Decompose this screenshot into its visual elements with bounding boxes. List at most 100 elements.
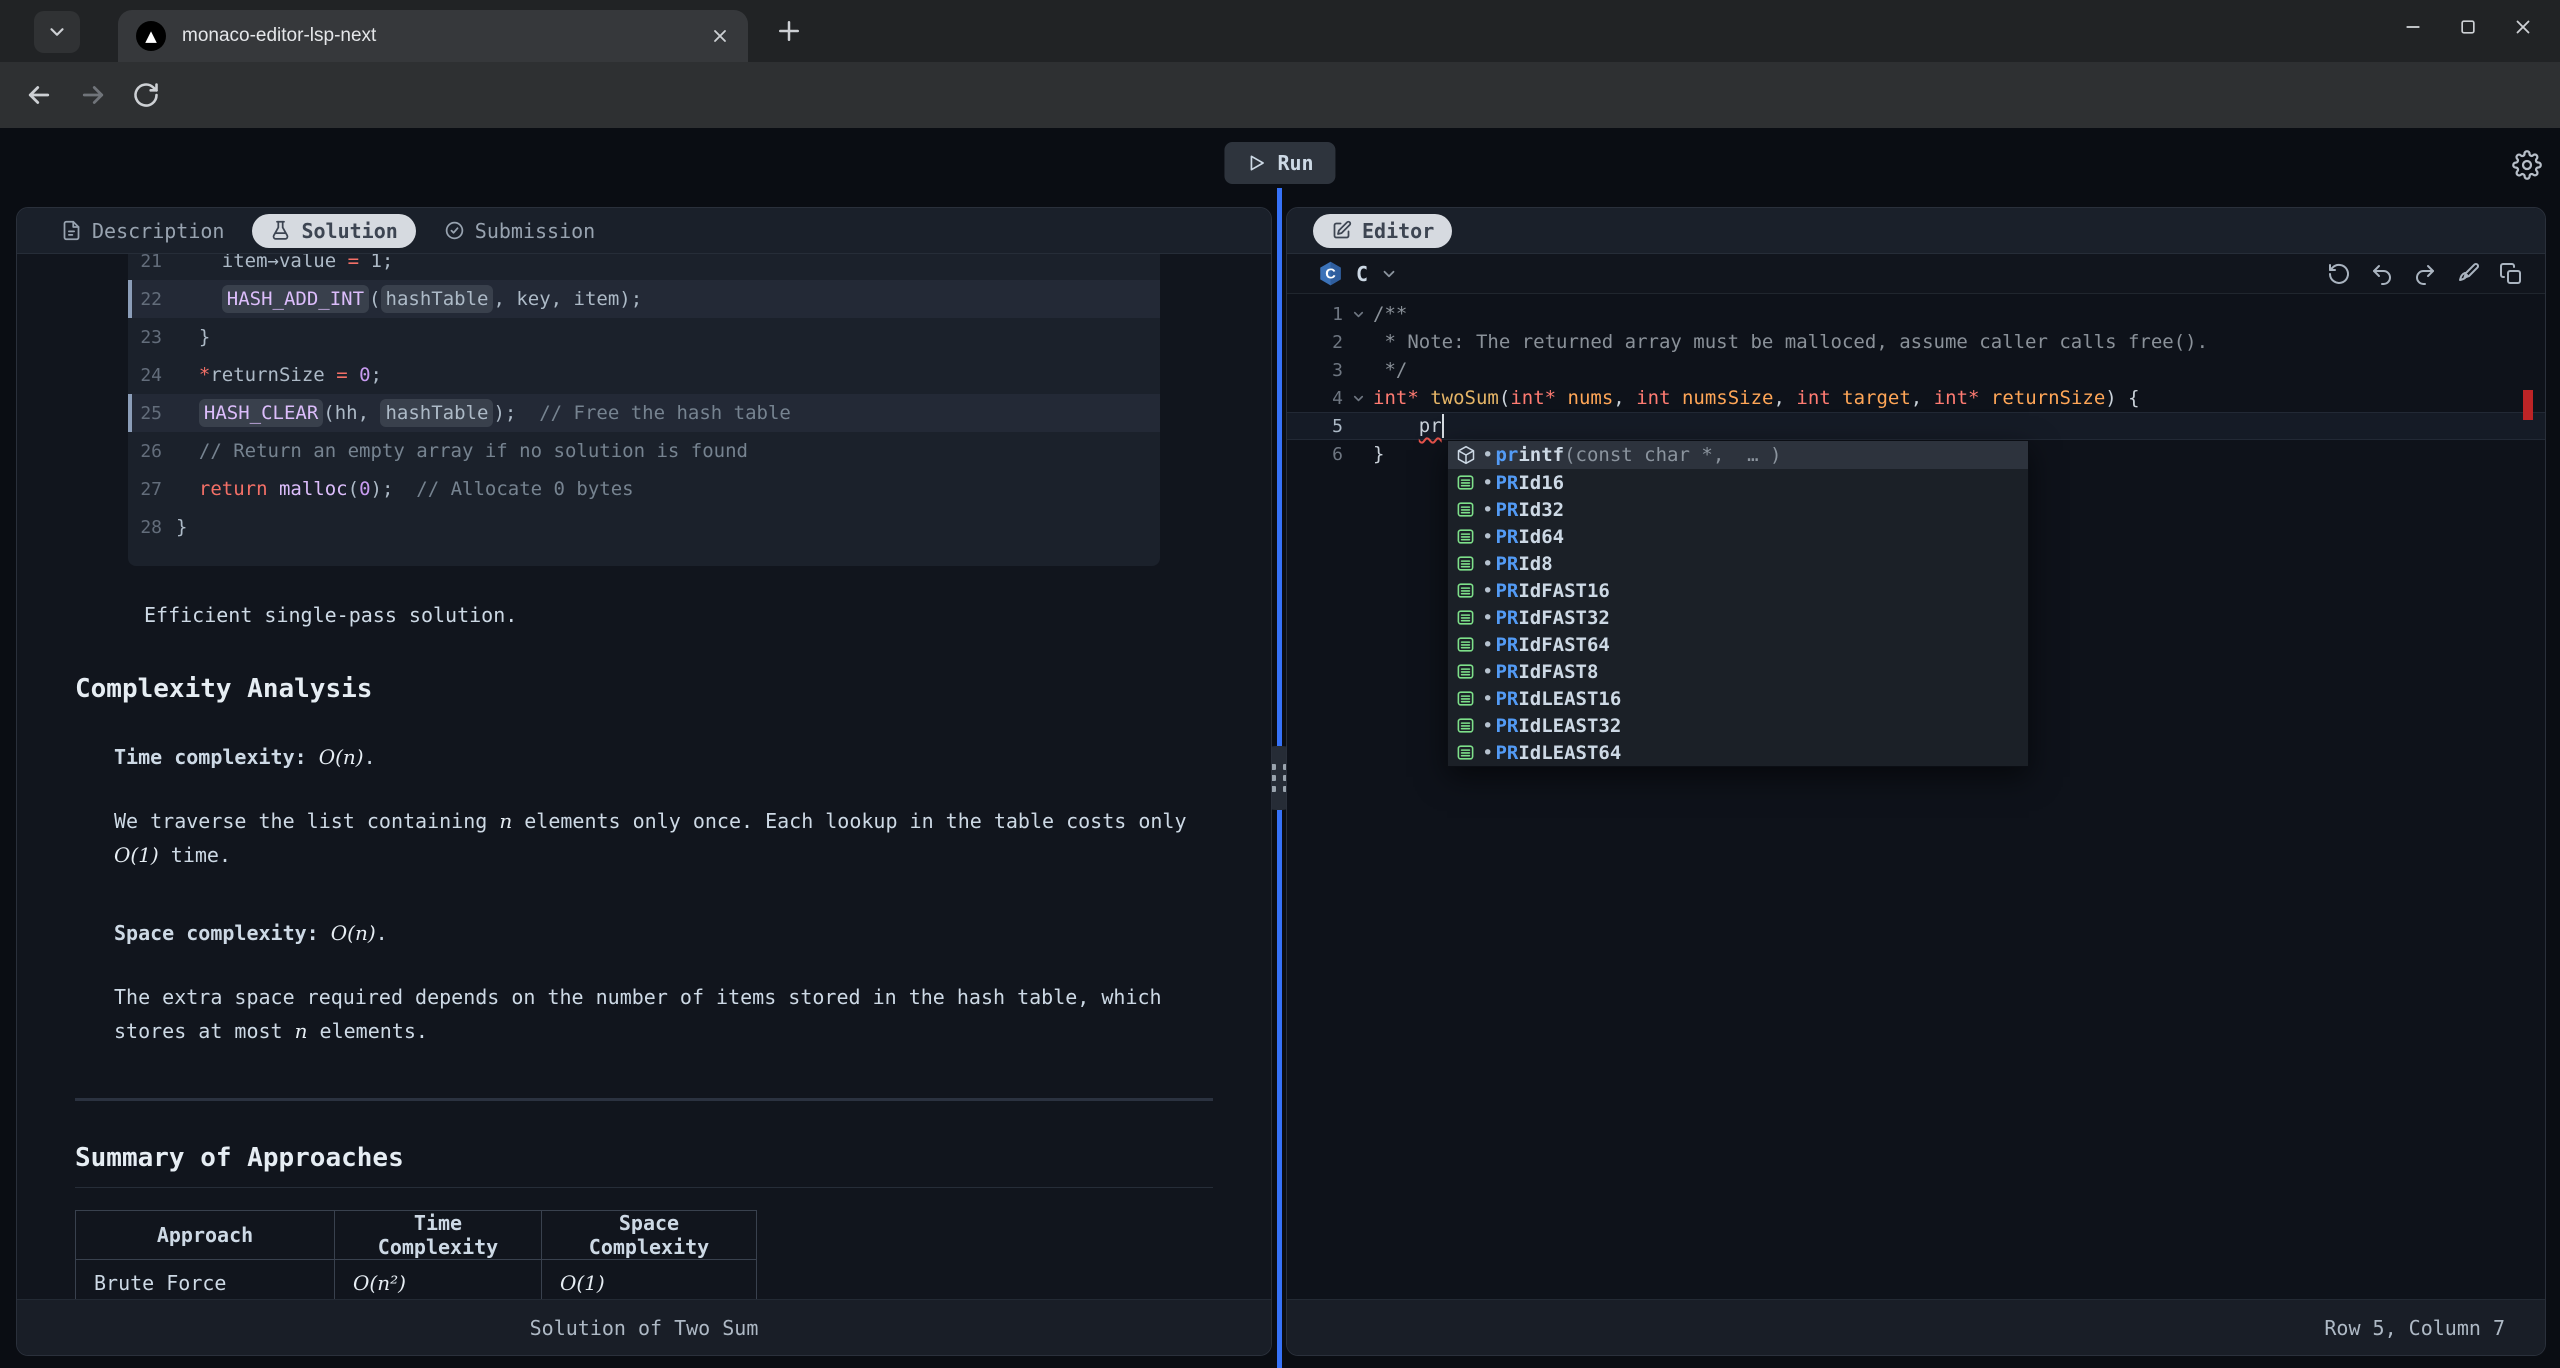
plus-icon <box>774 16 804 46</box>
error-marker <box>2523 390 2533 420</box>
field-icon <box>1456 608 1475 627</box>
flask-icon <box>270 220 291 241</box>
window-minimize-icon[interactable] <box>2402 16 2424 38</box>
browser-tab-strip: ▲ monaco-editor-lsp-next <box>0 0 2560 62</box>
redo-icon[interactable] <box>2413 262 2437 286</box>
editor-panel: Editor C C 1/**2 * Note: The returned ar… <box>1286 207 2546 1356</box>
autocomplete-item[interactable]: •PRIdFAST32 <box>1448 604 2028 631</box>
tab-title: monaco-editor-lsp-next <box>182 25 698 47</box>
play-icon <box>1246 153 1266 173</box>
reload-icon[interactable] <box>132 81 160 109</box>
run-label: Run <box>1277 151 1313 175</box>
fold-chevron-icon <box>1351 391 1366 406</box>
table-row: Brute ForceO(n²)O(1) <box>76 1260 757 1300</box>
code-editor[interactable]: 1/**2 * Note: The returned array must be… <box>1287 294 2545 1299</box>
check-circle-icon <box>444 220 465 241</box>
code-line: 25 HASH_CLEAR(hh, hashTable); // Free th… <box>128 394 1160 432</box>
chevron-down-icon <box>1380 265 1398 283</box>
editor-tabs: Editor <box>1287 208 2545 254</box>
autocomplete-item[interactable]: •PRIdFAST16 <box>1448 577 2028 604</box>
window-maximize-icon[interactable] <box>2458 17 2478 37</box>
autocomplete-item[interactable]: •PRIdFAST64 <box>1448 631 2028 658</box>
autocomplete-item[interactable]: •PRId64 <box>1448 523 2028 550</box>
solution-intro-text: Efficient single-pass solution. <box>144 598 1213 632</box>
solution-content[interactable]: 21 item→value = 1;22 HASH_ADD_INT(hashTa… <box>17 254 1271 1299</box>
editor-line[interactable]: 2 * Note: The returned array must be mal… <box>1287 328 2545 356</box>
autocomplete-item[interactable]: •PRId32 <box>1448 496 2028 523</box>
tab-submission-label: Submission <box>475 219 595 243</box>
autocomplete-item[interactable]: •PRIdLEAST16 <box>1448 685 2028 712</box>
code-line: 23 } <box>128 318 1160 356</box>
field-icon <box>1456 635 1475 654</box>
field-icon <box>1456 662 1475 681</box>
tab-editor[interactable]: Editor <box>1313 214 1452 248</box>
tab-search-button[interactable] <box>34 11 80 53</box>
table-header: Space Complexity <box>542 1211 757 1260</box>
editor-line[interactable]: 1/** <box>1287 300 2545 328</box>
text-cursor <box>1442 414 1444 438</box>
complexity-analysis-heading: Complexity Analysis <box>75 674 1213 704</box>
autocomplete-item[interactable]: •printf(const char *, … ) <box>1448 441 2028 469</box>
tab-description-label: Description <box>92 219 224 243</box>
back-icon[interactable] <box>24 80 54 110</box>
time-complexity-paragraph: We traverse the list containing n elemen… <box>114 804 1199 872</box>
run-button[interactable]: Run <box>1224 142 1335 184</box>
editor-line[interactable]: 3 */ <box>1287 356 2545 384</box>
format-icon[interactable] <box>2456 262 2480 286</box>
code-line: 26 // Return an empty array if no soluti… <box>128 432 1160 470</box>
autocomplete-item[interactable]: •PRIdLEAST32 <box>1448 712 2028 739</box>
settings-gear-icon[interactable] <box>2512 150 2542 180</box>
summary-heading: Summary of Approaches <box>75 1143 1213 1173</box>
editor-toolbar: C C <box>1287 254 2545 294</box>
document-icon <box>61 220 82 241</box>
code-line: 24 *returnSize = 0; <box>128 356 1160 394</box>
field-icon <box>1456 581 1475 600</box>
code-line: 28} <box>128 508 1160 546</box>
autocomplete-item[interactable]: •PRId8 <box>1448 550 2028 577</box>
tab-submission[interactable]: Submission <box>426 214 613 248</box>
undo-icon[interactable] <box>2370 262 2394 286</box>
autocomplete-popup[interactable]: •printf(const char *, … )•PRId16•PRId32•… <box>1447 440 2029 767</box>
tab-description[interactable]: Description <box>43 214 242 248</box>
autocomplete-item[interactable]: •PRIdFAST8 <box>1448 658 2028 685</box>
field-icon <box>1456 554 1475 573</box>
fold-chevron-icon <box>1351 307 1366 322</box>
language-selector[interactable]: C C <box>1317 260 1398 287</box>
browser-toolbar: localhost:3000/playground f <box>0 62 2560 128</box>
chevron-down-icon <box>46 21 68 43</box>
browser-tab[interactable]: ▲ monaco-editor-lsp-next <box>118 10 748 62</box>
field-icon <box>1456 689 1475 708</box>
approaches-table: ApproachTime ComplexitySpace ComplexityB… <box>75 1210 757 1299</box>
tab-solution[interactable]: Solution <box>252 214 415 248</box>
tab-close-icon[interactable] <box>710 26 730 46</box>
copy-icon[interactable] <box>2499 262 2523 286</box>
problem-footer-text: Solution of Two Sum <box>530 1316 759 1340</box>
c-language-icon: C <box>1317 260 1344 287</box>
problem-tabs: Description Solution Submission <box>17 208 1271 254</box>
tab-editor-label: Editor <box>1362 219 1434 243</box>
field-icon <box>1456 473 1475 492</box>
forward-icon[interactable] <box>78 80 108 110</box>
snippet-cube-icon <box>1456 445 1476 465</box>
heading-underline <box>75 1187 1213 1188</box>
field-icon <box>1456 716 1475 735</box>
autocomplete-item[interactable]: •PRId16 <box>1448 469 2028 496</box>
playground-app: Run Description Solution Submission 21 i… <box>0 128 2560 1368</box>
window-close-icon[interactable] <box>2512 16 2534 38</box>
new-tab-button[interactable] <box>774 16 804 46</box>
field-icon <box>1456 527 1475 546</box>
editor-line[interactable]: 5 pr <box>1287 412 2545 440</box>
editor-statusbar: Row 5, Column 7 <box>1287 1299 2545 1355</box>
code-line: 27 return malloc(0); // Allocate 0 bytes <box>128 470 1160 508</box>
space-complexity-line: Space complexity: O(n). <box>114 916 1199 950</box>
language-label: C <box>1356 262 1368 286</box>
editor-line[interactable]: 4int* twoSum(int* nums, int numsSize, in… <box>1287 384 2545 412</box>
reset-icon[interactable] <box>2327 262 2351 286</box>
table-header: Time Complexity <box>335 1211 542 1260</box>
solution-code-block: 21 item→value = 1;22 HASH_ADD_INT(hashTa… <box>128 254 1160 566</box>
field-icon <box>1456 500 1475 519</box>
autocomplete-item[interactable]: •PRIdLEAST64 <box>1448 739 2028 766</box>
tab-solution-label: Solution <box>301 219 397 243</box>
time-complexity-line: Time complexity: O(n). <box>114 740 1199 774</box>
field-icon <box>1456 743 1475 762</box>
